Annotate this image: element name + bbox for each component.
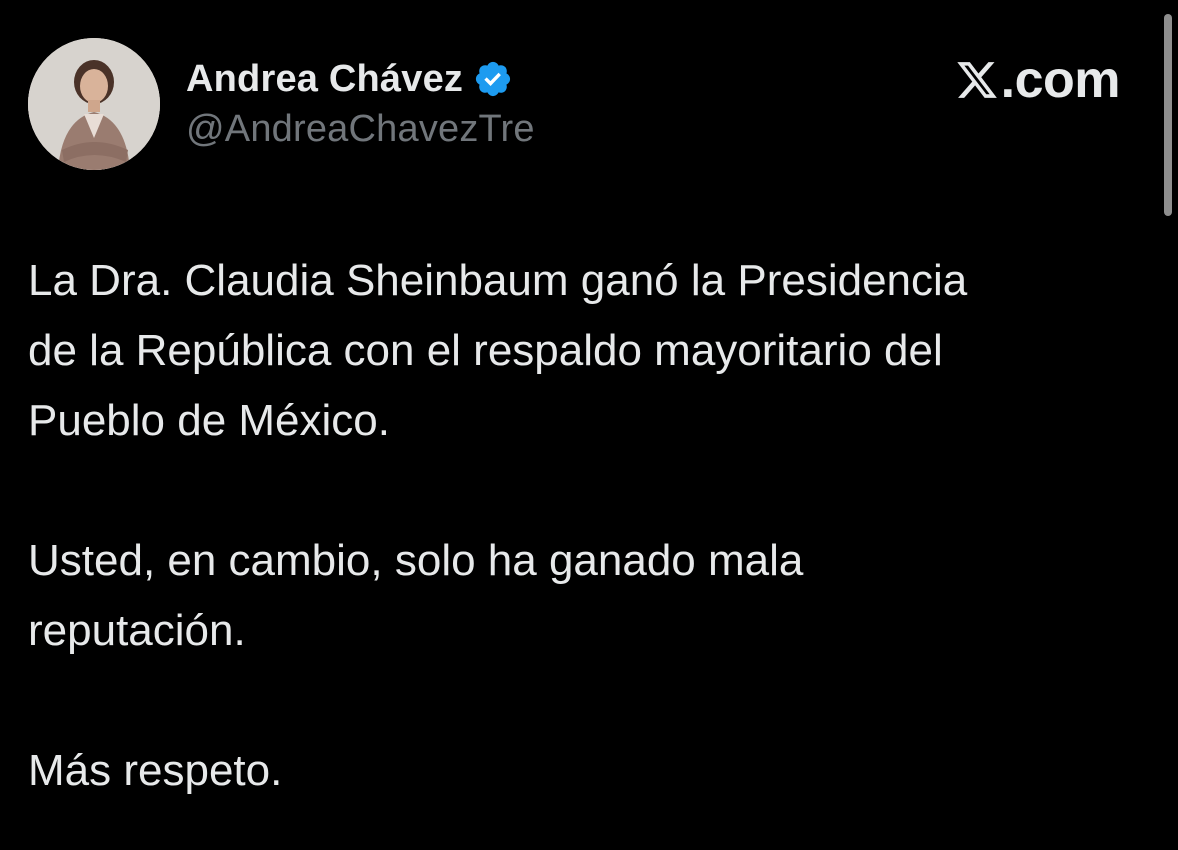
tweet-line: de la República con el respaldo mayorita… bbox=[28, 326, 943, 375]
tweet-paragraph: Más respeto. bbox=[28, 736, 1118, 806]
tweet-paragraph: Usted, en cambio, solo ha ganado mala re… bbox=[28, 526, 1118, 666]
tweet-line: Pueblo de México. bbox=[28, 396, 390, 445]
tweet-line: Usted, en cambio, solo ha ganado mala bbox=[28, 536, 804, 585]
brand-domain-text: .com bbox=[1000, 51, 1121, 109]
tweet-text: La Dra. Claudia Sheinbaum ganó la Presid… bbox=[28, 246, 1118, 806]
author-identity: Andrea Chávez @AndreaChavezTre bbox=[186, 54, 535, 151]
tweet-line: Más respeto. bbox=[28, 746, 283, 795]
tweet-line: reputación. bbox=[28, 606, 246, 655]
name-row: Andrea Chávez bbox=[186, 54, 535, 104]
verified-badge-icon[interactable] bbox=[473, 59, 513, 99]
author-handle[interactable]: @AndreaChavezTre bbox=[186, 108, 535, 151]
scrollbar[interactable] bbox=[1164, 14, 1172, 216]
avatar[interactable] bbox=[28, 38, 160, 170]
tweet-header: Andrea Chávez @AndreaChavezTre .com bbox=[28, 38, 1128, 172]
avatar-photo bbox=[28, 38, 160, 170]
tweet-paragraph: La Dra. Claudia Sheinbaum ganó la Presid… bbox=[28, 246, 1118, 456]
tweet-line: La Dra. Claudia Sheinbaum ganó la Presid… bbox=[28, 256, 968, 305]
x-logo-icon bbox=[956, 62, 997, 98]
author-display-name[interactable]: Andrea Chávez bbox=[186, 58, 463, 101]
x-brand-watermark: .com bbox=[955, 51, 1121, 109]
